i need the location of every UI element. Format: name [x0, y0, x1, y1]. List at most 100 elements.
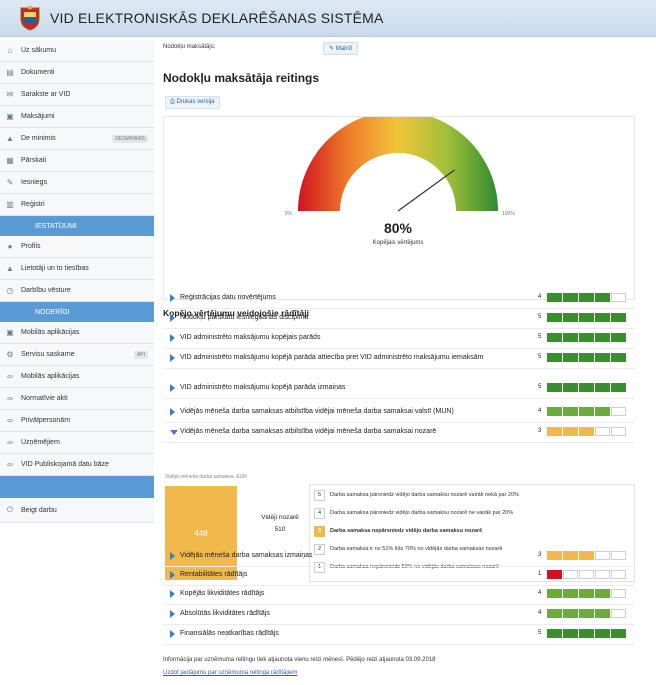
indicator-score-bar	[547, 589, 627, 598]
score-segment	[595, 313, 610, 322]
caret-right-icon[interactable]	[170, 552, 175, 560]
caret-right-icon[interactable]	[170, 590, 175, 598]
score-segment	[579, 293, 594, 302]
indicator-row[interactable]: VID administrēto maksājumu kopējais parā…	[163, 330, 635, 348]
indicator-row[interactable]: Vidējās mēneša darba samaksas atbilstība…	[163, 404, 635, 422]
indicator-row[interactable]: VID administrēto maksājumu kopējā parāda…	[163, 380, 635, 398]
indicator-name: Vidējās mēneša darba samaksas atbilstība…	[180, 408, 454, 415]
indicator-row[interactable]: VID administrēto maksājumu kopējā parāda…	[163, 350, 635, 368]
sidebar-item[interactable]: ∞ Mobilās aplikācijas	[0, 366, 154, 388]
sidebar-item-label: Servisu saskarne	[21, 351, 75, 358]
sidebar-item-label: De minimis	[21, 135, 56, 142]
sidebar-item[interactable]: ⚙ Servisu saskarne API	[0, 344, 154, 366]
indicator-name: Absolūtās likviditātes rādītājs	[180, 610, 270, 617]
indicator-row[interactable]: Reģistrācijas datu novērtējums 4	[163, 290, 635, 308]
sidebar-item[interactable]: ▤ Dokumenti	[0, 62, 154, 84]
home-icon: ⌂	[7, 46, 13, 55]
score-segment	[579, 353, 594, 362]
sidebar-item[interactable]: ✎ Iesniegs	[0, 172, 154, 194]
score-segment	[547, 609, 562, 618]
sidebar-item-label: Mobilās aplikācijas	[21, 373, 80, 380]
caret-right-icon[interactable]	[170, 384, 175, 392]
pencil-icon: ✎	[329, 46, 335, 52]
sidebar-item-label: Pārskati	[21, 157, 47, 164]
rating-question-link[interactable]: Uzdot jautājumu par uzņēmuma reitinga rā…	[163, 670, 297, 676]
link-icon: ∞	[7, 460, 13, 469]
sidebar-item[interactable]: ▦ Pārskati	[0, 150, 154, 172]
indicator-row[interactable]: Vidējās mēneša darba samaksas atbilstība…	[163, 424, 635, 442]
gauge-min-label: 0%	[285, 211, 293, 217]
sidebar-item[interactable]: ▥ Reģistri	[0, 194, 154, 216]
coat-of-arms-logo[interactable]	[18, 5, 42, 31]
score-segment	[563, 427, 578, 436]
sidebar-item[interactable]: ▣ Mobilās aplikācijas	[0, 322, 154, 344]
sidebar-item[interactable]: ∞ Uzņēmējiem	[0, 432, 154, 454]
indicator-row[interactable]: Vidējās mēneša darba samaksas izmaiņas 3	[163, 548, 635, 566]
score-segment	[547, 353, 562, 362]
sidebar-item[interactable]: ◷ Darbību vēsture	[0, 280, 154, 302]
sidebar-item[interactable]: ✉ Sarakste ar VID	[0, 84, 154, 106]
row-separator	[163, 398, 635, 399]
footer-note: Informācija par uzņēmuma reitingu tiek a…	[163, 657, 436, 663]
score-segment	[611, 407, 626, 416]
indicator-name: Rentabilitātes rādītājs	[180, 571, 248, 578]
caret-right-icon[interactable]	[170, 334, 175, 342]
indicator-row[interactable]: Finansiālās neatkarības rādītājs 5	[163, 626, 635, 644]
sidebar-item-label: Mobilās aplikācijas	[21, 329, 80, 336]
indicator-name: Kopējās likviditātes rādītājs	[180, 590, 265, 597]
sidebar-item-label: Uz sākumu	[21, 47, 57, 54]
indicator-score-bar	[547, 353, 627, 362]
score-segment	[547, 427, 562, 436]
indicator-name: VID administrēto maksājumu kopējais parā…	[180, 334, 321, 341]
taxpayer-bar: Nodokļu maksātājs: ✎ Mainīt	[163, 40, 643, 56]
score-segment	[563, 609, 578, 618]
caret-right-icon[interactable]	[170, 571, 175, 579]
sidebar-item[interactable]: ⌂ Uz sākumu	[0, 40, 154, 62]
score-segment	[579, 333, 594, 342]
caret-right-icon[interactable]	[170, 610, 175, 618]
report-icon: ▦	[6, 156, 14, 165]
sidebar-item-logout[interactable]: ⏻ Beigt darbu	[0, 498, 154, 523]
caret-right-icon[interactable]	[170, 294, 175, 302]
score-segment	[547, 551, 562, 560]
score-segment	[579, 313, 594, 322]
score-segment	[563, 551, 578, 560]
score-segment	[563, 589, 578, 598]
indicator-row[interactable]: Kopējās likviditātes rādītājs 4	[163, 586, 635, 604]
rating-scale-text: Darba samaksa nepārsniedz vidējo darba s…	[330, 528, 483, 534]
indicator-row[interactable]: Rentabilitātes rādītājs 1	[163, 567, 635, 585]
sidebar-item[interactable]: ▲ De minimis DESMINIMIS	[0, 128, 154, 150]
score-segment	[579, 427, 594, 436]
caret-right-icon[interactable]	[170, 354, 175, 362]
indicator-score-bar	[547, 551, 627, 560]
rating-scale-number: 3	[314, 525, 325, 537]
change-taxpayer-button[interactable]: ✎ Mainīt	[323, 42, 359, 55]
score-segment	[547, 570, 562, 579]
score-segment	[611, 629, 626, 638]
sidebar: ⌂ Uz sākumu ▤ Dokumenti ✉ Sarakste ar VID ▣ Mak…	[0, 40, 154, 523]
user-icon: ●	[7, 242, 13, 251]
caret-right-icon[interactable]	[170, 314, 175, 322]
score-segment	[579, 383, 594, 392]
indicator-score: 3	[538, 428, 542, 434]
indicator-score: 4	[538, 610, 542, 616]
sidebar-item[interactable]: ∞ VID Publiskojamā datu bāze	[0, 454, 154, 476]
score-segment	[547, 589, 562, 598]
sidebar-item[interactable]: ▣ Maksājumi	[0, 106, 154, 128]
indicator-row[interactable]: Nodokļu pārskatu iesniegšanas disciplīna…	[163, 310, 635, 328]
indicator-row[interactable]: Absolūtās likviditātes rādītājs 4	[163, 606, 635, 624]
print-version-button[interactable]: ⎙ Drukas versija	[165, 96, 220, 109]
sidebar-item[interactable]: ∞ Privātpersonām	[0, 410, 154, 432]
caret-right-icon[interactable]	[170, 408, 175, 416]
sidebar-item[interactable]: ∞ Normatīvie akti	[0, 388, 154, 410]
sidebar-item-badge: API	[133, 350, 148, 359]
caret-right-icon[interactable]	[170, 630, 175, 638]
gauge-needle	[397, 169, 455, 212]
row-separator	[163, 442, 635, 443]
payment-icon: ▣	[6, 112, 14, 121]
sidebar-item[interactable]: ▲ Lietotāji un to tiesības	[0, 258, 154, 280]
rating-gauge: 0% 100% 80% Kopējais vērtējums	[163, 116, 635, 300]
caret-down-icon[interactable]	[170, 430, 178, 435]
detail-average-value: 510	[274, 526, 286, 533]
sidebar-item[interactable]: ● Profils	[0, 236, 154, 258]
